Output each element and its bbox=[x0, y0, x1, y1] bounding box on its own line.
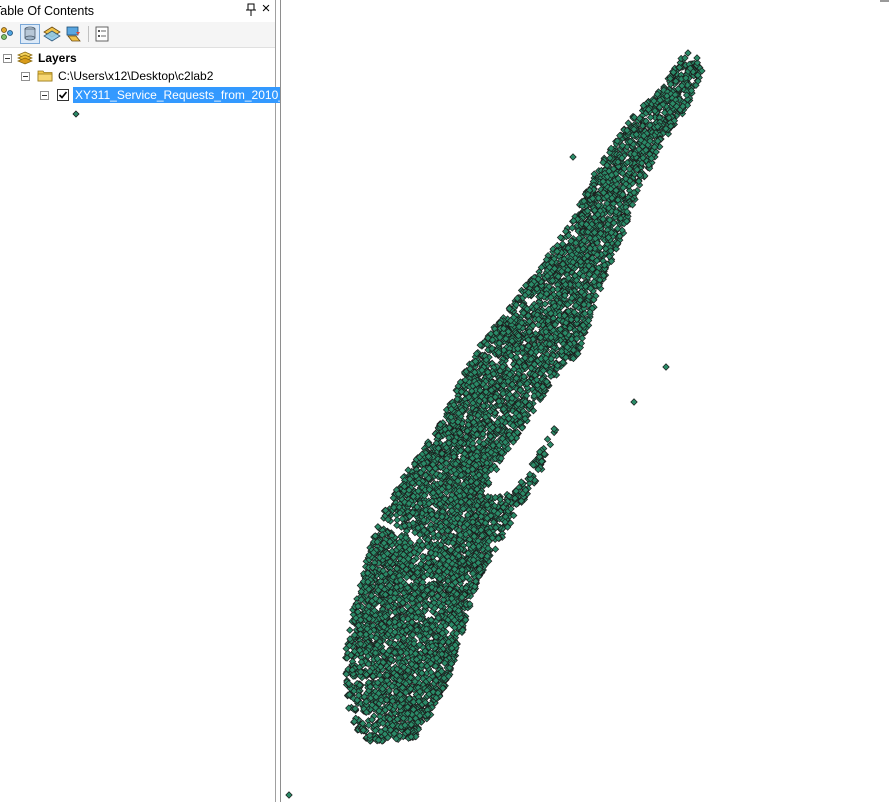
list-by-visibility-icon[interactable] bbox=[42, 24, 62, 44]
close-icon[interactable]: × bbox=[260, 1, 272, 17]
list-by-source-icon[interactable] bbox=[20, 24, 40, 44]
collapse-layer-icon[interactable] bbox=[40, 91, 49, 100]
collapse-folder-icon[interactable] bbox=[21, 72, 30, 81]
list-by-drawing-order-icon[interactable] bbox=[0, 24, 16, 44]
service-request-point bbox=[394, 517, 400, 523]
layers-icon bbox=[17, 51, 33, 65]
collapse-layers-icon[interactable] bbox=[3, 54, 12, 63]
toc-title: Table Of Contents bbox=[0, 4, 94, 18]
tree-root-layers[interactable]: Layers bbox=[38, 51, 77, 65]
layer-visibility-checkbox[interactable] bbox=[57, 89, 69, 101]
tree-folder-path[interactable]: C:\Users\x12\Desktop\c2lab2 bbox=[58, 69, 213, 83]
point-symbol-icon bbox=[72, 107, 80, 115]
map-canvas[interactable] bbox=[281, 0, 889, 802]
list-by-selection-icon[interactable] bbox=[64, 24, 84, 44]
options-icon[interactable] bbox=[92, 24, 112, 44]
toolbar-separator bbox=[88, 26, 89, 42]
table-of-contents-panel: Table Of Contents × bbox=[0, 0, 276, 802]
points-layer bbox=[286, 50, 705, 798]
toc-toolbar bbox=[0, 22, 275, 48]
map-view[interactable] bbox=[280, 0, 889, 802]
toc-title-bar: Table Of Contents × bbox=[0, 0, 275, 23]
tree-layer-name[interactable]: XY311_Service_Requests_from_2010_t bbox=[73, 87, 290, 103]
service-request-point bbox=[492, 546, 498, 552]
map-resize-handle[interactable] bbox=[880, 0, 889, 2]
folder-icon bbox=[37, 69, 53, 82]
pin-icon[interactable] bbox=[245, 2, 257, 18]
